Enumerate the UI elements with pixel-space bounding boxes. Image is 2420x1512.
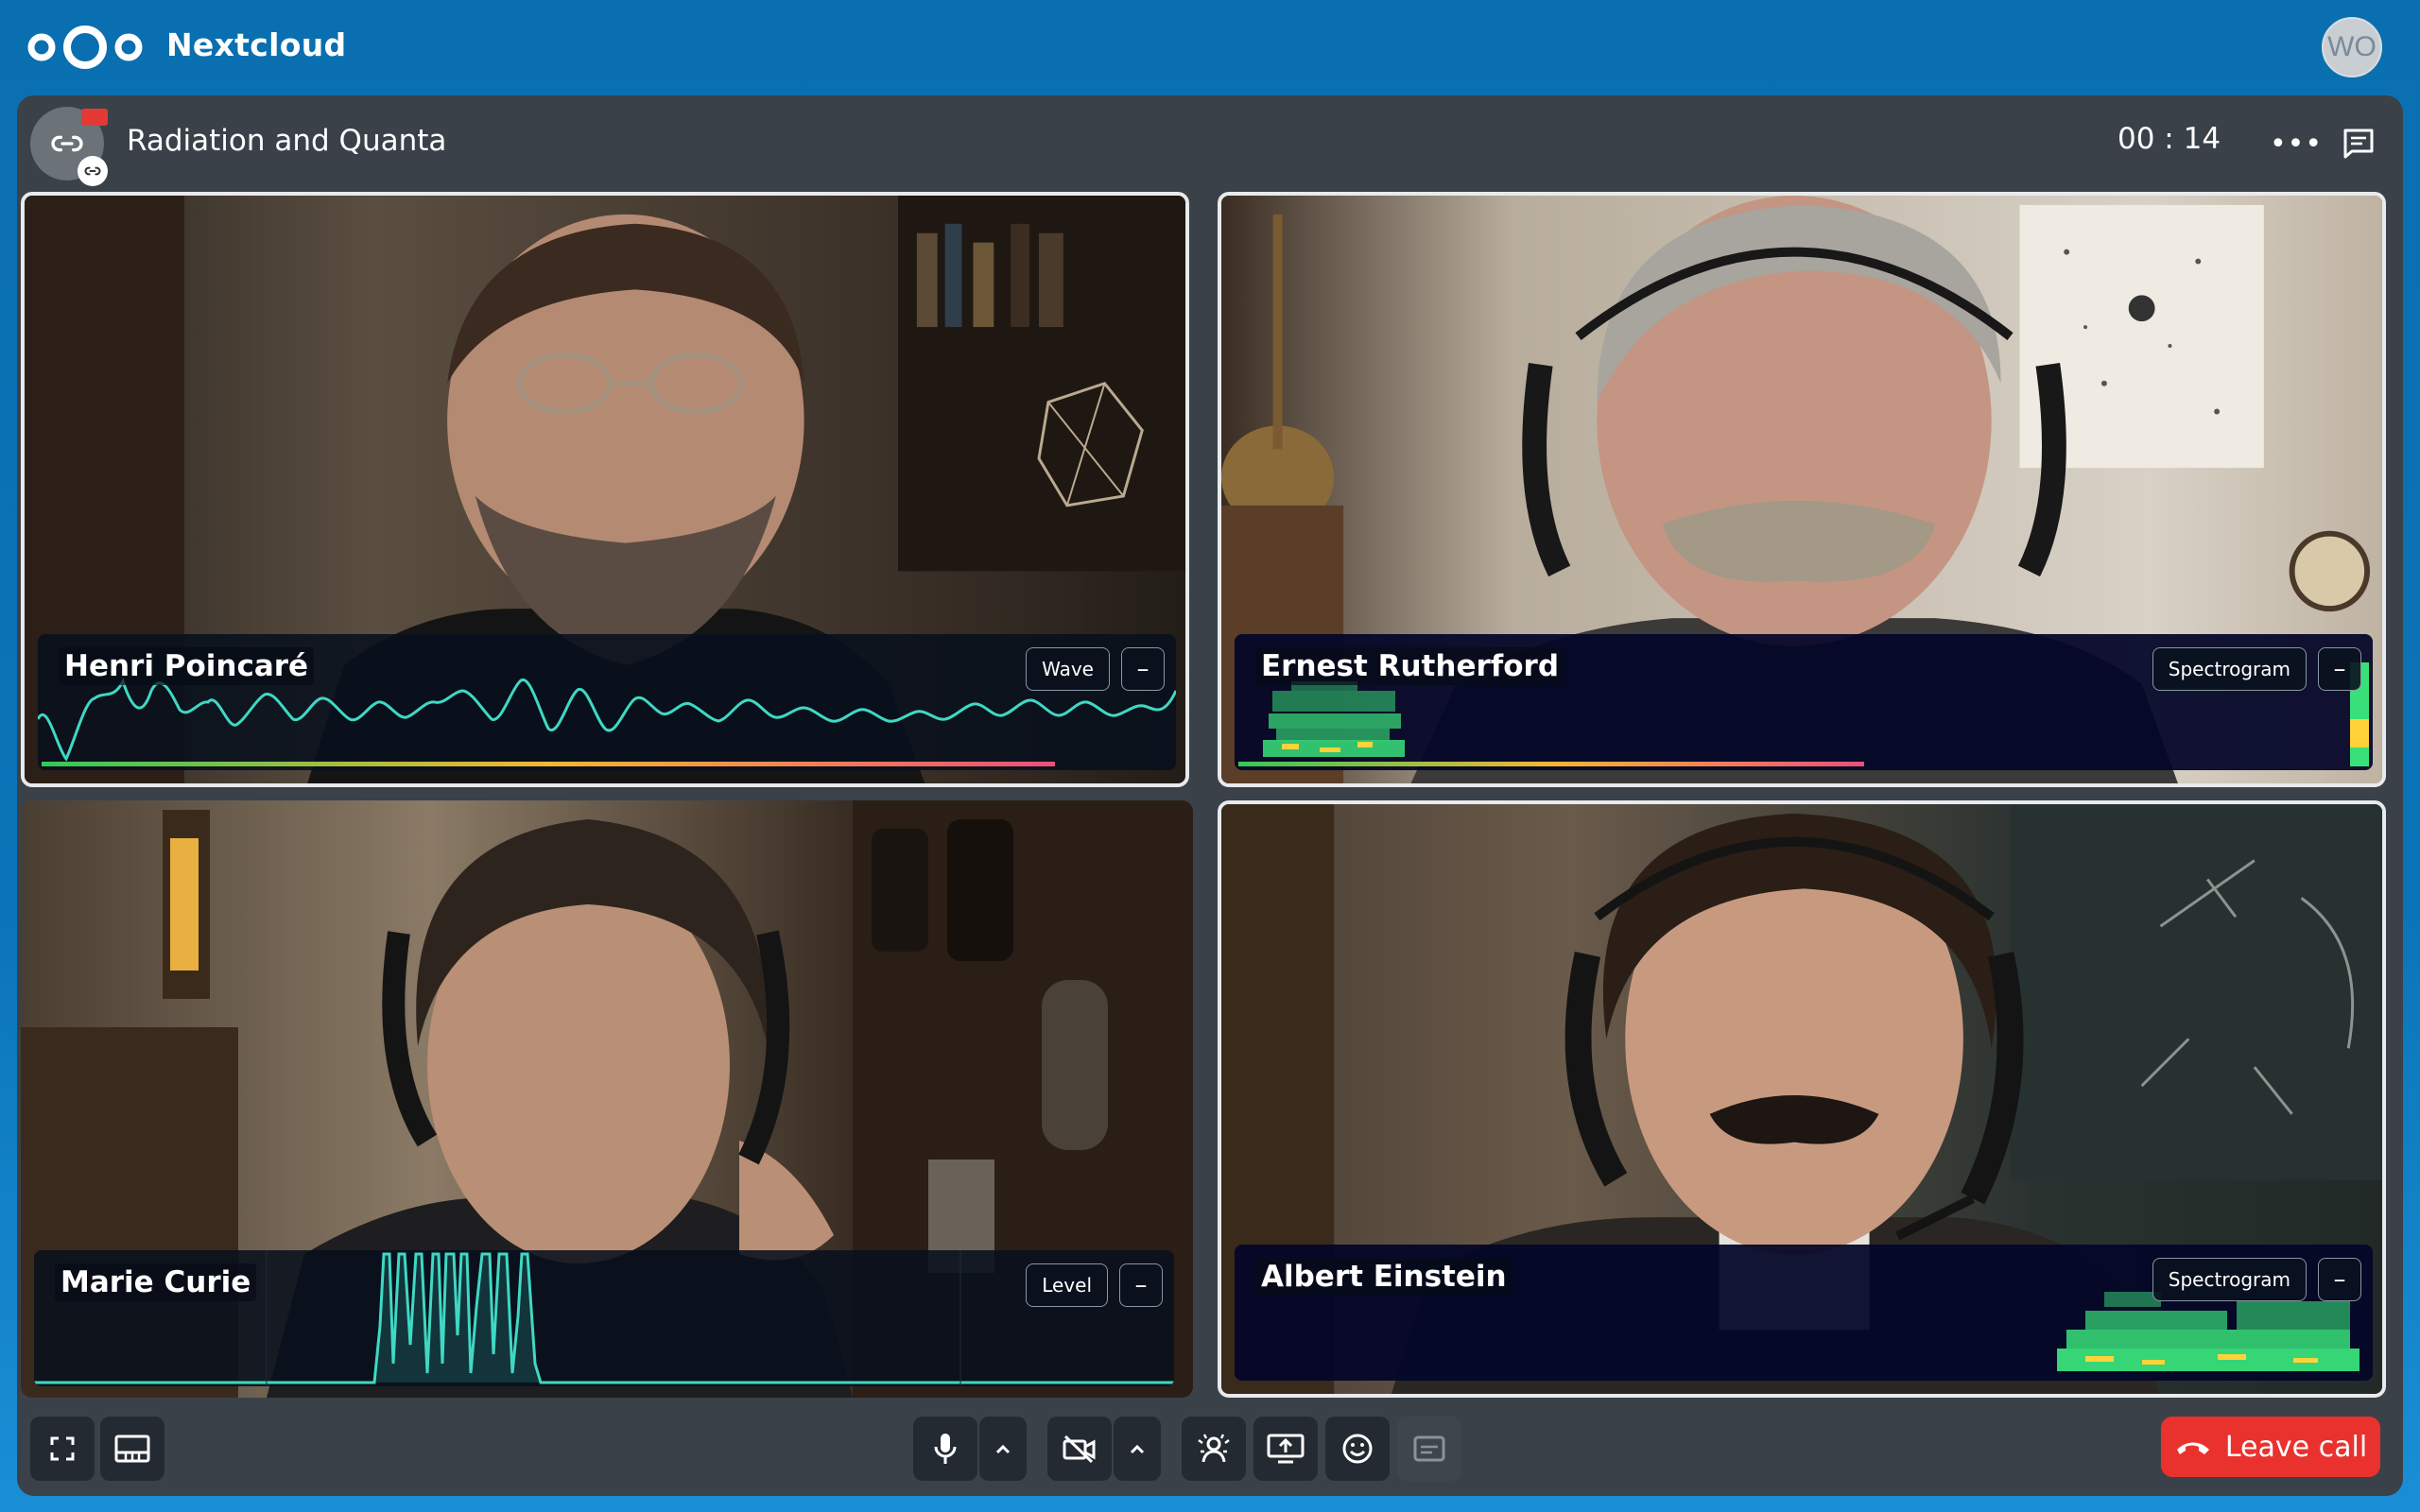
brand-name[interactable]: Nextcloud xyxy=(166,26,346,63)
participant-name: Marie Curie xyxy=(55,1263,257,1301)
video-tile-einstein[interactable]: Albert Einstein Spectrogram – xyxy=(1218,800,2386,1398)
visualizer-mode-button[interactable]: Spectrogram xyxy=(2152,647,2307,691)
link-icon xyxy=(51,135,83,152)
level-meter xyxy=(1238,762,1864,766)
camera-icon xyxy=(81,109,108,126)
call-header: Radiation and Quanta 00 : 14 ••• xyxy=(17,95,2403,190)
chat-button[interactable] xyxy=(2333,118,2384,169)
level-meter xyxy=(42,762,1055,766)
fullscreen-icon xyxy=(50,1436,75,1461)
conversation-avatar[interactable] xyxy=(30,107,108,186)
microphone-icon xyxy=(934,1434,957,1464)
camera-options-button[interactable] xyxy=(1114,1417,1161,1481)
visualizer-mode-button[interactable]: Level xyxy=(1026,1263,1108,1307)
microphone-options-button[interactable] xyxy=(979,1417,1027,1481)
screen-share-icon xyxy=(1267,1434,1305,1464)
minimize-button[interactable]: – xyxy=(1121,647,1165,691)
audio-visualizer-wave: Henri Poincaré Wave – xyxy=(38,634,1176,770)
reactions-button[interactable] xyxy=(1325,1417,1390,1481)
chevron-up-icon xyxy=(995,1444,1011,1454)
participant-name: Ernest Rutherford xyxy=(1255,647,1565,685)
call-window: Radiation and Quanta 00 : 14 ••• Henri P… xyxy=(17,95,2403,1496)
call-title: Radiation and Quanta xyxy=(127,124,447,158)
video-tile-curie[interactable]: Marie Curie Level – xyxy=(21,800,1193,1398)
phone-hangup-icon xyxy=(2176,1442,2209,1454)
audio-visualizer-spectrogram: Ernest Rutherford Spectrogram – xyxy=(1235,634,2373,770)
background-blur-button[interactable] xyxy=(1182,1417,1246,1481)
captions-icon xyxy=(1413,1435,1445,1462)
minimize-button[interactable]: – xyxy=(2318,647,2361,691)
video-tile-rutherford[interactable]: Ernest Rutherford Spectrogram – xyxy=(1218,192,2386,787)
chevron-up-icon xyxy=(1130,1444,1145,1454)
visualizer-mode-button[interactable]: Spectrogram xyxy=(2152,1258,2307,1301)
background-blur-icon xyxy=(1198,1434,1230,1463)
participant-name: Albert Einstein xyxy=(1255,1258,1512,1296)
chat-icon xyxy=(2343,129,2374,159)
top-bar: Nextcloud WO xyxy=(0,0,2420,94)
fullscreen-button[interactable] xyxy=(30,1417,95,1481)
leave-call-label: Leave call xyxy=(2224,1430,2368,1464)
microphone-button[interactable] xyxy=(913,1417,977,1481)
grid-view-button[interactable] xyxy=(100,1417,164,1481)
call-timer: 00 : 14 xyxy=(2118,122,2221,156)
more-icon[interactable]: ••• xyxy=(2270,120,2322,167)
video-off-icon xyxy=(1063,1435,1096,1464)
emoji-icon xyxy=(1342,1434,1373,1464)
video-tile-poincare[interactable]: Henri Poincaré Wave – xyxy=(21,192,1189,787)
link-icon xyxy=(84,166,101,176)
user-avatar[interactable]: WO xyxy=(2322,17,2382,77)
minimize-button[interactable]: – xyxy=(1119,1263,1163,1307)
link-badge xyxy=(78,156,108,186)
nextcloud-logo-icon[interactable] xyxy=(26,21,144,74)
visualizer-mode-button[interactable]: Wave xyxy=(1026,647,1110,691)
grid-view-icon xyxy=(114,1435,150,1463)
captions-button[interactable] xyxy=(1397,1417,1461,1481)
leave-call-button[interactable]: Leave call xyxy=(2161,1417,2380,1477)
audio-visualizer-spectrogram: Albert Einstein Spectrogram – xyxy=(1235,1245,2373,1381)
participant-name: Henri Poincaré xyxy=(59,647,315,685)
camera-button[interactable] xyxy=(1047,1417,1112,1481)
screen-share-button[interactable] xyxy=(1253,1417,1318,1481)
audio-visualizer-level: Marie Curie Level – xyxy=(34,1250,1174,1386)
call-controls: Leave call xyxy=(17,1405,2403,1496)
minimize-button[interactable]: – xyxy=(2318,1258,2361,1301)
